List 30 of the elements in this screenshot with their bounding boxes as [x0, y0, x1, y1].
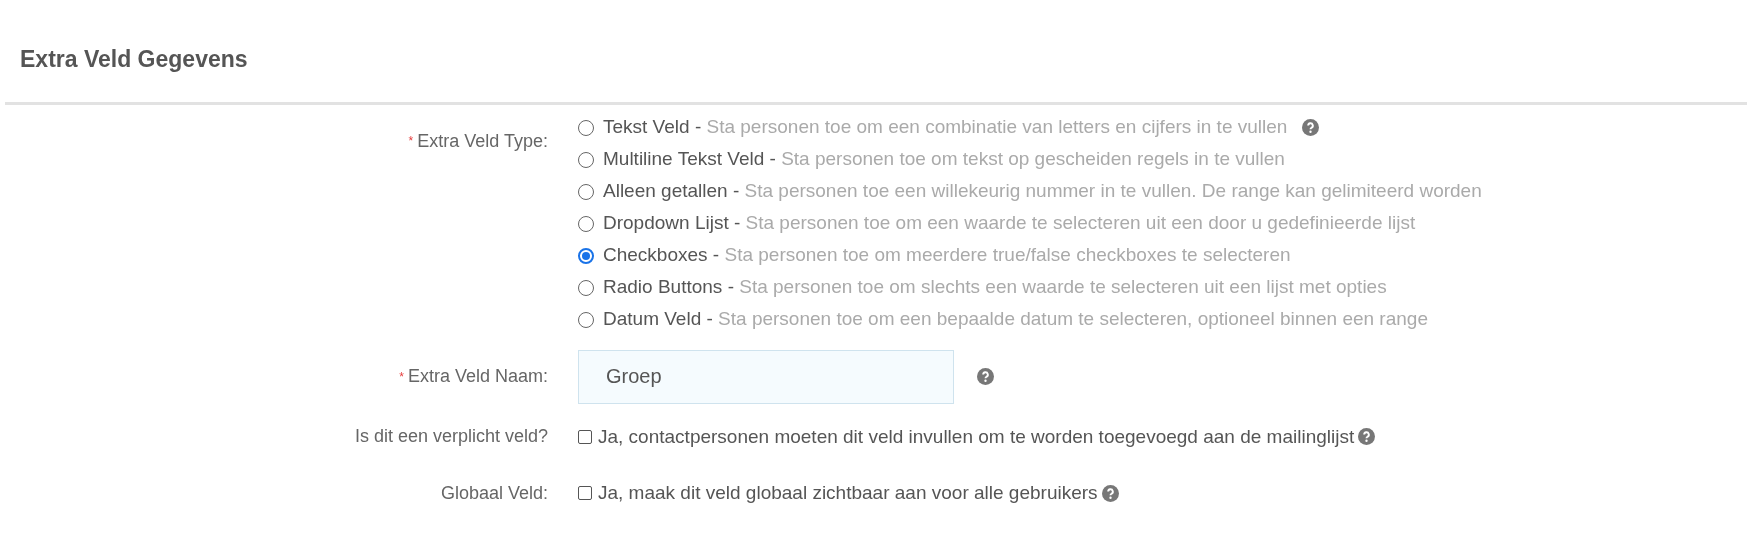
- field-label: Is dit een verplicht veld?: [354, 425, 548, 449]
- field-label: Extra Veld Type:: [417, 129, 548, 153]
- option-label: Multiline Tekst Veld - Sta personen toe om tekst op gescheiden regels in te vullen: [603, 147, 1285, 172]
- option-label: Alleen getallen - Sta personen toe een willekeurig nummer in te vullen. De range kan gelimiteerd worden: [603, 179, 1482, 204]
- field-label: Globaal Veld:: [440, 481, 548, 505]
- radio-button[interactable]: [578, 183, 594, 200]
- option-label: Checkboxes - Sta personen toe om meerdere true/false checkboxes te selecteren: [603, 243, 1291, 268]
- option-label: Datum Veld - Sta personen toe om een bepaalde datum te selecteren, optioneel binnen een range: [603, 307, 1428, 332]
- radio-button[interactable]: [578, 311, 594, 328]
- required-asterisk: *: [408, 133, 414, 150]
- checkbox-label: Ja, contactpersonen moeten dit veld invullen om te worden toegevoegd aan de mailinglijst: [598, 424, 1355, 449]
- radio-button[interactable]: [578, 215, 594, 232]
- option-label: Tekst Veld - Sta personen toe om een combinatie van letters en cijfers in te vullen: [603, 115, 1288, 140]
- checkbox[interactable]: [578, 486, 592, 501]
- checkbox-label: Ja, maak dit veld globaal zichtbaar aan voor alle gebruikers: [598, 481, 1098, 505]
- help-icon[interactable]: [1302, 119, 1320, 136]
- help-icon[interactable]: [1101, 484, 1119, 502]
- radio-button[interactable]: [578, 279, 594, 296]
- radio-button[interactable]: [578, 247, 594, 264]
- field-label: Extra Veld Naam:: [407, 365, 548, 388]
- option-label: Radio Buttons - Sta personen toe om slechts een waarde te selecteren uit een lijst met opties: [603, 275, 1387, 300]
- radio-button[interactable]: [578, 151, 594, 168]
- radio-button[interactable]: [578, 119, 594, 136]
- text-field[interactable]: Groep: [578, 349, 954, 404]
- required-asterisk: *: [399, 368, 404, 386]
- option-label: Dropdown Lijst - Sta personen toe om een waarde te selecteren uit een door u gedefinieerde lijst: [603, 211, 1416, 236]
- checkbox[interactable]: [578, 429, 592, 444]
- section-title: Extra Veld Gegevens: [20, 45, 249, 74]
- help-icon[interactable]: [1358, 428, 1376, 446]
- help-icon[interactable]: [977, 368, 994, 385]
